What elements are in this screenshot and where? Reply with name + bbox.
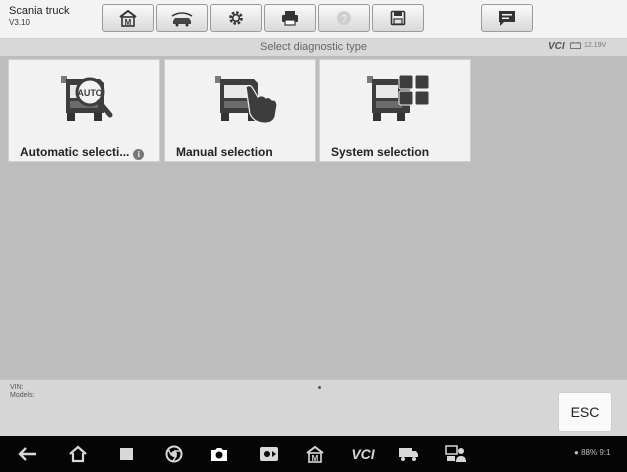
remote-support-icon — [445, 445, 466, 462]
back-icon — [18, 447, 36, 461]
camera-button[interactable] — [206, 444, 232, 464]
esc-button[interactable]: ESC — [558, 392, 612, 432]
vci-button[interactable]: VCI — [348, 444, 378, 464]
vci-label: VCI — [548, 41, 565, 52]
back-button[interactable] — [16, 444, 40, 464]
page-title: Select diagnostic type — [259, 41, 367, 53]
tile-label: System selection — [331, 145, 429, 159]
vehicle-swap-icon — [171, 12, 193, 27]
divider-dot — [318, 386, 321, 389]
settings-button[interactable] — [210, 4, 262, 32]
printer-icon — [282, 11, 298, 26]
svg-text:AUTO: AUTO — [77, 88, 102, 98]
svg-text:M: M — [312, 454, 319, 463]
save-button[interactable] — [372, 4, 424, 32]
chrome-icon — [165, 445, 183, 463]
models-label: Models: — [10, 392, 35, 399]
vci-icon: VCI — [351, 446, 375, 462]
system-navigation-bar: M VCI ● 88% 9:1 — [0, 436, 627, 472]
wifi-icon: ● — [574, 448, 579, 457]
top-toolbar: Scania truck V3.10 M ? — [0, 0, 627, 39]
vci-status: VCI — [548, 41, 565, 52]
help-icon: ? — [337, 11, 351, 25]
svg-text:?: ? — [341, 14, 347, 25]
page-header: Select diagnostic type VCI 12.19V — [0, 39, 627, 56]
system-selection-label: System selection — [331, 145, 430, 159]
home-button[interactable]: M — [102, 4, 154, 32]
battery-voltage: 12.19V — [570, 42, 606, 49]
camera-icon — [211, 448, 227, 461]
battery-icon — [570, 42, 581, 49]
vehicle-info-bar: VIN: Models: ESC — [0, 379, 627, 436]
home-m-icon: M — [119, 9, 137, 27]
home-nav-button[interactable] — [66, 444, 90, 464]
svg-text:M: M — [125, 18, 132, 27]
automatic-selection-label: Automatic selecti... — [20, 145, 130, 159]
status-text: 88% 9:1 — [581, 448, 611, 457]
remote-support-button[interactable] — [444, 444, 468, 464]
save-icon — [390, 10, 406, 26]
message-icon — [499, 11, 515, 26]
home-icon — [69, 445, 87, 463]
chrome-button[interactable] — [162, 444, 186, 464]
recent-apps-icon — [120, 448, 133, 460]
tile-artwork — [165, 60, 315, 134]
maxisys-home-button[interactable]: M — [303, 444, 327, 464]
truck-hand-icon — [215, 76, 278, 124]
tile-artwork — [320, 60, 470, 134]
truck-grid-icon — [367, 74, 430, 121]
truck-button[interactable] — [396, 444, 420, 464]
vehicle-swap-button[interactable] — [156, 4, 208, 32]
manual-selection-label: Manual selection — [176, 145, 273, 159]
app-title: Scania truck V3.10 — [9, 5, 70, 28]
screen-record-button[interactable] — [256, 444, 282, 464]
truck-icon — [399, 448, 418, 461]
vin-label: VIN: — [10, 384, 24, 391]
print-button[interactable] — [264, 4, 316, 32]
software-version: V3.10 — [9, 18, 30, 27]
automatic-selection-tile[interactable]: AUTO Automatic selecti... i — [8, 59, 160, 162]
voltage-value: 12.19V — [584, 42, 607, 49]
system-status: ● 88% 9:1 — [574, 448, 610, 457]
tile-artwork: AUTO — [9, 60, 159, 134]
system-selection-tile[interactable]: System selection — [319, 59, 471, 162]
gear-icon — [229, 11, 243, 25]
tile-label: Manual selection — [176, 145, 273, 159]
maxisys-home-icon: M — [306, 445, 324, 463]
data-logging-button[interactable] — [481, 4, 533, 32]
info-icon[interactable]: i — [133, 149, 145, 160]
screen-record-icon — [260, 447, 278, 461]
manual-selection-tile[interactable]: Manual selection — [164, 59, 316, 162]
recent-apps-button[interactable] — [115, 444, 139, 464]
truck-auto-icon: AUTO — [61, 76, 113, 121]
help-button[interactable]: ? — [318, 4, 370, 32]
tile-label: Automatic selecti... i — [20, 145, 145, 160]
vehicle-name: Scania truck — [9, 5, 70, 17]
diagnostic-type-panel: AUTO Automatic selecti... i Manual select… — [0, 56, 627, 379]
